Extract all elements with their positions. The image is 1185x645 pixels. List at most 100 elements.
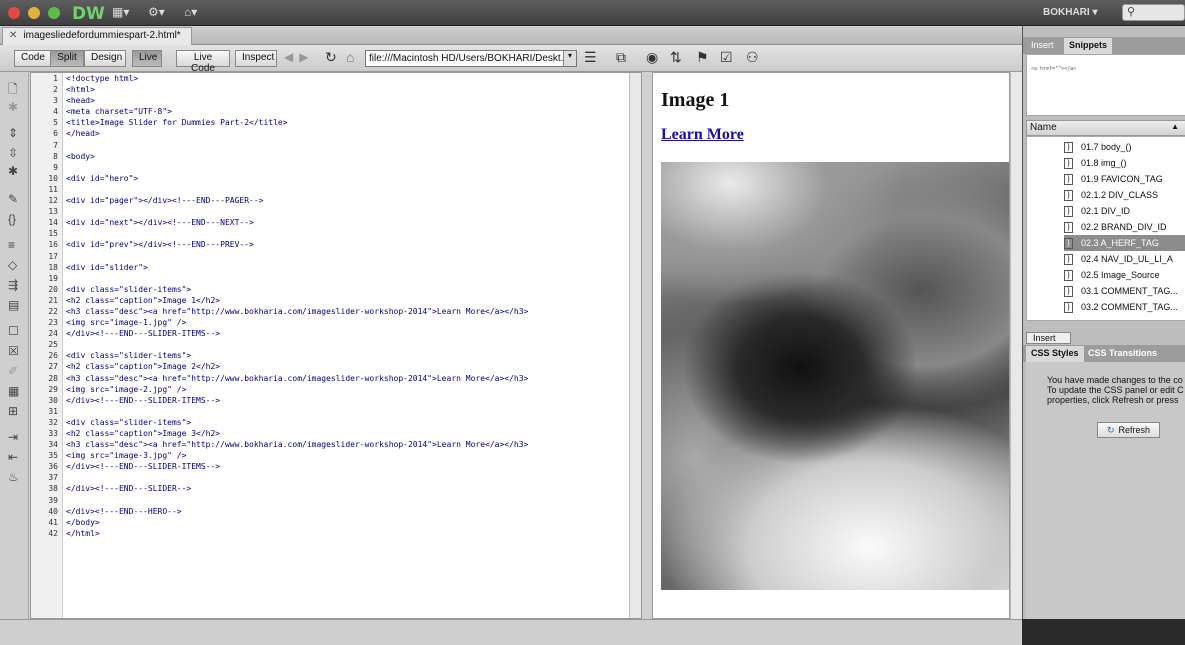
move-css-icon[interactable]: ⊞	[8, 404, 18, 418]
tab-insert[interactable]: Insert	[1026, 38, 1059, 54]
code-line[interactable]	[66, 251, 626, 262]
live-view-button[interactable]: Live	[132, 50, 162, 67]
live-vertical-scrollbar[interactable]	[1010, 72, 1022, 619]
code-line[interactable]: <div class="slider-items">	[66, 417, 626, 428]
code-line[interactable]: </html>	[66, 528, 626, 539]
code-line[interactable]: <h3 class="desc"><a href="http://www.bok…	[66, 373, 626, 384]
document-tab[interactable]: ✕ imagesliedefordummiespart-2.html*	[2, 27, 192, 45]
search-input[interactable]: ⚲	[1122, 4, 1185, 21]
home-icon[interactable]: ⌂	[346, 49, 354, 65]
code-line[interactable]: <meta charset="UTF-8">	[66, 106, 626, 117]
code-line[interactable]	[66, 495, 626, 506]
title-icon[interactable]: ☑	[720, 49, 733, 66]
code-line[interactable]: <div class="slider-items">	[66, 350, 626, 361]
code-line[interactable]: <div id="prev"></div><!---END---PREV-->	[66, 239, 626, 250]
code-line[interactable]: <img src="image-3.jpg" />	[66, 450, 626, 461]
recent-snippets-icon[interactable]: ▦	[8, 384, 19, 398]
code-line[interactable]: <div id="pager"></div><!---END---PAGER--…	[66, 195, 626, 206]
code-line[interactable]: <h3 class="desc"><a href="http://www.bok…	[66, 306, 626, 317]
syntax-error-icon[interactable]: ⇶	[8, 278, 18, 292]
code-line[interactable]: <body>	[66, 151, 626, 162]
word-wrap-icon[interactable]: ▤	[8, 298, 19, 312]
code-line[interactable]: </div><!---END---SLIDER-ITEMS-->	[66, 461, 626, 472]
snippet-item[interactable]: } 02.5 Image_Source	[1064, 267, 1185, 283]
wrap-tag-icon[interactable]: ✐	[8, 364, 18, 378]
code-line[interactable]: </body>	[66, 517, 626, 528]
snippet-item[interactable]: } 03.2 COMMENT_TAG...	[1064, 299, 1185, 315]
code-vertical-scrollbar[interactable]	[629, 73, 641, 618]
tab-css-transitions[interactable]: CSS Transitions	[1083, 346, 1162, 362]
minimize-window-icon[interactable]	[28, 7, 40, 19]
code-line[interactable]	[66, 273, 626, 284]
browser-nav-icons[interactable]: ◀▶	[284, 50, 314, 64]
code-line[interactable]	[66, 228, 626, 239]
sort-ascending-icon[interactable]: ▲	[1171, 122, 1179, 131]
highlight-invalid-code-icon[interactable]: ◇	[8, 258, 17, 272]
indent-code-icon[interactable]: ⇥	[8, 430, 18, 444]
snippet-item[interactable]: } 01.7 body_()	[1064, 139, 1185, 155]
code-line[interactable]	[66, 162, 626, 173]
check-page-icon[interactable]: ◉	[646, 49, 658, 66]
address-dropdown-icon[interactable]: ▾	[563, 51, 576, 66]
browser-check-icon[interactable]: ⚇	[746, 49, 759, 66]
code-line[interactable]: <h2 class="caption">Image 1</h2>	[66, 295, 626, 306]
visual-aids-icon[interactable]: ⚑	[696, 49, 709, 66]
zoom-window-icon[interactable]	[48, 7, 60, 19]
snippet-item[interactable]: } 02.2 BRAND_DIV_ID	[1064, 219, 1185, 235]
validate-icon[interactable]: ⇅	[670, 49, 682, 66]
code-line[interactable]	[66, 339, 626, 350]
snippet-item[interactable]: } 02.3 A_HERF_TAG	[1064, 235, 1185, 251]
snippets-list[interactable]: } 01.7 body_()} 01.8 img_()} 01.9 FAVICON_T…	[1026, 136, 1185, 321]
snippet-item[interactable]: } 02.1 DIV_ID	[1064, 203, 1185, 219]
snippet-item[interactable]: } 01.9 FAVICON_TAG	[1064, 171, 1185, 187]
layout-menu-icon[interactable]: ▦▾	[112, 5, 129, 19]
code-line[interactable]	[66, 140, 626, 151]
insert-snippet-button[interactable]: Insert	[1026, 332, 1071, 344]
snippet-item[interactable]: } 02.4 NAV_ID_UL_LI_A	[1064, 251, 1185, 267]
code-line[interactable]: <img src="image-2.jpg" />	[66, 384, 626, 395]
preview-icon[interactable]: ⧉	[616, 49, 626, 66]
gear-icon[interactable]: ⚙▾	[148, 5, 165, 19]
code-view[interactable]: 1 2 3 4 5 6 7 8 9 10 11 12 13 14 15 16 17 18 19 20 21 22 23 24 2…	[30, 72, 642, 619]
snippet-item[interactable]: } 03.1 COMMENT_TAG...	[1064, 283, 1185, 299]
code-line[interactable]	[66, 206, 626, 217]
show-code-navigator-icon[interactable]: ✱	[8, 100, 18, 114]
code-line[interactable]: <title>Image Slider for Dummies Part-2</…	[66, 117, 626, 128]
close-tab-icon[interactable]: ✕	[9, 30, 17, 41]
code-line[interactable]: <h2 class="caption">Image 2</h2>	[66, 361, 626, 372]
code-view-button[interactable]: Code	[14, 50, 51, 67]
select-parent-tag-icon[interactable]: ✎	[8, 192, 18, 206]
site-menu-icon[interactable]: ⌂▾	[184, 5, 197, 19]
code-editor-text[interactable]: <!doctype html> <html> <head> <meta charset…	[66, 73, 626, 539]
apply-comment-icon[interactable]: ☐	[8, 324, 19, 338]
expand-all-icon[interactable]: ✱	[8, 164, 18, 178]
snippets-name-column-header[interactable]: Name ▲	[1026, 120, 1185, 136]
live-code-button[interactable]: Live Code	[176, 50, 230, 74]
code-line[interactable]: </div><!---END---SLIDER-ITEMS-->	[66, 395, 626, 406]
code-line[interactable]: <head>	[66, 95, 626, 106]
split-divider[interactable]	[642, 72, 652, 619]
close-window-icon[interactable]	[8, 7, 20, 19]
line-numbers-icon[interactable]: ≡	[8, 238, 15, 252]
design-view-button[interactable]: Design	[84, 50, 126, 67]
file-management-icon[interactable]: ☰	[584, 49, 597, 66]
code-line[interactable]: <!doctype html>	[66, 73, 626, 84]
refresh-button[interactable]: ↻ Refresh	[1097, 422, 1160, 438]
code-line[interactable]	[66, 406, 626, 417]
code-line[interactable]: <h3 class="desc"><a href="http://www.bok…	[66, 439, 626, 450]
remove-comment-icon[interactable]: ☒	[8, 344, 19, 358]
code-line[interactable]: <div id="slider">	[66, 262, 626, 273]
snippet-item[interactable]: } 02.1.2 DIV_CLASS	[1064, 187, 1185, 203]
code-line[interactable]	[66, 184, 626, 195]
refresh-icon[interactable]: ↻	[325, 49, 337, 66]
code-line[interactable]: <h2 class="caption">Image 3</h2>	[66, 428, 626, 439]
collapse-full-tag-icon[interactable]: ⇕	[8, 126, 18, 140]
address-field[interactable]: file:///Macintosh HD/Users/BOKHARI/Deskt…	[365, 50, 577, 67]
code-line[interactable]: <img src="image-1.jpg" />	[66, 317, 626, 328]
code-line[interactable]: </head>	[66, 128, 626, 139]
balance-braces-icon[interactable]: {}	[8, 212, 16, 226]
code-line[interactable]: <html>	[66, 84, 626, 95]
code-line[interactable]: </div><!---END---HERO-->	[66, 506, 626, 517]
code-line[interactable]: </div><!---END---SLIDER-->	[66, 483, 626, 494]
live-view[interactable]: Image 1 Learn More	[652, 72, 1010, 619]
